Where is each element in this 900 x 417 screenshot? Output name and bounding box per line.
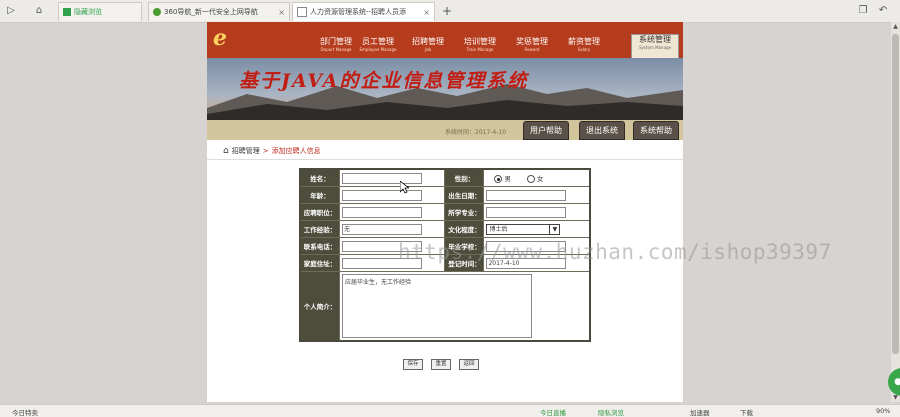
site-favicon-icon [153,8,161,16]
form-buttons: 保存 重置 返回 [403,359,479,370]
site-logo: e [213,25,227,51]
user-help-button[interactable]: 用户帮助 [523,121,569,140]
private-icon [63,8,71,16]
address-label: 家庭住址： [299,254,340,272]
intro-textarea[interactable]: 应届毕业生，无工作经验 [342,274,532,338]
page-icon [297,7,307,17]
nav-job[interactable]: 招聘管理 Job [409,37,447,57]
education-value: 博士后 [489,225,508,233]
education-select[interactable]: 博士后 ▼ [486,223,561,235]
tab-label: 360导航_新一代安全上网导航 [164,8,258,16]
cursor-icon [400,181,409,194]
tab-360nav[interactable]: 360导航_新一代安全上网导航 × [148,2,290,21]
intro-label: 个人简介： [299,271,340,342]
birthday-label: 出生日期： [444,186,485,204]
education-label: 文化程度： [444,220,485,238]
gender-female-label: 女 [537,175,544,183]
form-row: 姓名： 性别： 男 女 [299,168,591,187]
home-icon[interactable]: ⌂ [32,4,46,18]
gender-male-radio[interactable] [494,175,503,183]
form-row: 年龄： 出生日期： [299,186,591,204]
undo-icon[interactable]: ↶ [876,4,890,18]
breadcrumb-current: 添加应聘人信息 [271,147,321,155]
home-icon: ⌂ [223,146,229,156]
back-button[interactable]: 返回 [459,359,479,370]
tab-private[interactable]: 隐藏浏览 [58,2,142,21]
web-page: e 部门管理 Depart Manage 员工管理 Employee Manage … [207,22,683,402]
form-row: 个人简介： 应届毕业生，无工作经验 [299,271,591,342]
birthday-input[interactable] [486,189,567,201]
name-input[interactable] [342,172,422,184]
restore-icon[interactable]: ❐ [856,4,870,18]
age-label: 年龄： [299,186,340,204]
nav-salary[interactable]: 薪资管理 Salary [565,37,603,57]
gender-female-radio[interactable] [527,175,536,183]
name-label: 姓名： [299,168,340,187]
zoom-level[interactable]: 90% [876,407,890,415]
breadcrumb-parent[interactable]: 招聘管理 [232,146,260,156]
tab-label: 隐藏浏览 [74,8,102,16]
nav-train[interactable]: 培训管理 Train Manage [461,37,499,57]
scroll-thumb[interactable] [892,34,899,354]
system-date: 系统时间：2017-4-10 [445,129,507,136]
nav-depart[interactable]: 部门管理 Depart Manage [317,37,355,57]
gender-label: 性别： [444,168,485,187]
tab-label: 人力资源管理系统--招聘人员添 [310,8,407,16]
save-button[interactable]: 保存 [403,359,423,370]
experience-input[interactable]: 无 [342,223,422,235]
site-title: 基于JAVA的企业信息管理系统 [239,70,529,92]
nav-employee[interactable]: 员工管理 Employee Manage [359,37,397,57]
system-help-button[interactable]: 系统帮助 [633,121,679,140]
site-banner: e 部门管理 Depart Manage 员工管理 Employee Manage … [207,22,683,140]
close-icon[interactable]: × [278,8,285,17]
top-nav: e 部门管理 Depart Manage 员工管理 Employee Manage … [207,22,683,59]
close-icon[interactable]: × [423,8,430,17]
experience-label: 工作经验： [299,220,340,238]
gender-radios: 男 女 [483,168,591,187]
breadcrumb-sep: > [262,147,269,155]
form-row: 应聘职位： 所学专业： [299,203,591,221]
exit-button[interactable]: 退出系统 [579,121,625,140]
phone-label: 联系电话： [299,237,340,255]
chevron-down-icon: ▼ [549,224,559,234]
back-icon[interactable]: ▷ [4,4,18,18]
scroll-up-icon[interactable]: ▲ [891,22,900,31]
tab-hr-system[interactable]: 人力资源管理系统--招聘人员添 × [292,2,435,21]
watermark: https://www.huzhan.com/ishop39397 [398,240,832,264]
divider [207,159,683,160]
new-tab-button[interactable]: + [440,4,454,18]
major-label: 所学专业： [444,203,485,221]
breadcrumb: ⌂ 招聘管理 > 添加应聘人信息 [223,146,321,156]
nav-reward[interactable]: 奖惩管理 Reward [513,37,551,57]
major-input[interactable] [486,206,567,218]
nav-system[interactable]: 系统管理 System Manage [631,34,679,59]
scrollbar[interactable]: ▲ ▼ [891,22,900,402]
gender-male-label: 男 [504,175,511,183]
position-input[interactable] [342,206,422,218]
status-bar: 今日特卖 今日直播 隐私浏览 加速器 下载 90% [0,404,900,417]
form-row: 工作经验： 无 文化程度： 博士后 ▼ [299,220,591,238]
position-label: 应聘职位： [299,203,340,221]
assistant-float-icon[interactable]: ● [888,368,900,396]
reset-button[interactable]: 重置 [431,359,451,370]
browser-tabbar: ▷ ⌂ 隐藏浏览 360导航_新一代安全上网导航 × 人力资源管理系统--招聘人… [0,0,900,23]
age-input[interactable] [342,189,422,201]
